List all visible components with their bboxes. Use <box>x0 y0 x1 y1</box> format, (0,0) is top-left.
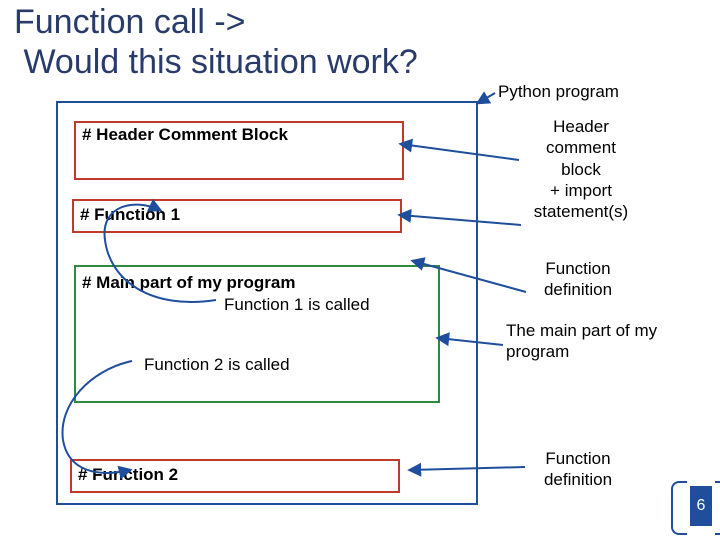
page-number: 6 <box>690 486 712 526</box>
call2-label: Function 2 is called <box>144 355 290 375</box>
slide-title: Function call -> Would this situation wo… <box>14 2 418 82</box>
header-comment-box: # Header Comment Block <box>74 121 404 180</box>
header-comment-label: # Header Comment Block <box>82 125 288 145</box>
page-bracket-left <box>671 481 687 535</box>
rhs-funcdef1: Function definition <box>528 258 628 301</box>
title-line1: Function call -> <box>14 3 246 41</box>
function2-label: # Function 2 <box>78 465 178 485</box>
rhs-funcdef2: Function definition <box>528 448 628 491</box>
function1-box: # Function 1 <box>72 199 402 233</box>
call1-label: Function 1 is called <box>224 295 370 315</box>
page-bracket-right <box>715 481 720 535</box>
rhs-header: Header comment block + import statement(… <box>522 116 640 222</box>
rhs-mainpart: The main part of my program <box>506 320 686 363</box>
program-label: Python program <box>498 82 619 102</box>
main-box: # Main part of my program Function 1 is … <box>74 265 440 403</box>
program-box: # Header Comment Block # Function 1 # Ma… <box>56 101 478 505</box>
function1-label: # Function 1 <box>80 205 180 225</box>
main-heading: # Main part of my program <box>82 273 295 293</box>
title-line2: Would this situation work? <box>23 43 417 81</box>
function2-box: # Function 2 <box>70 459 400 493</box>
